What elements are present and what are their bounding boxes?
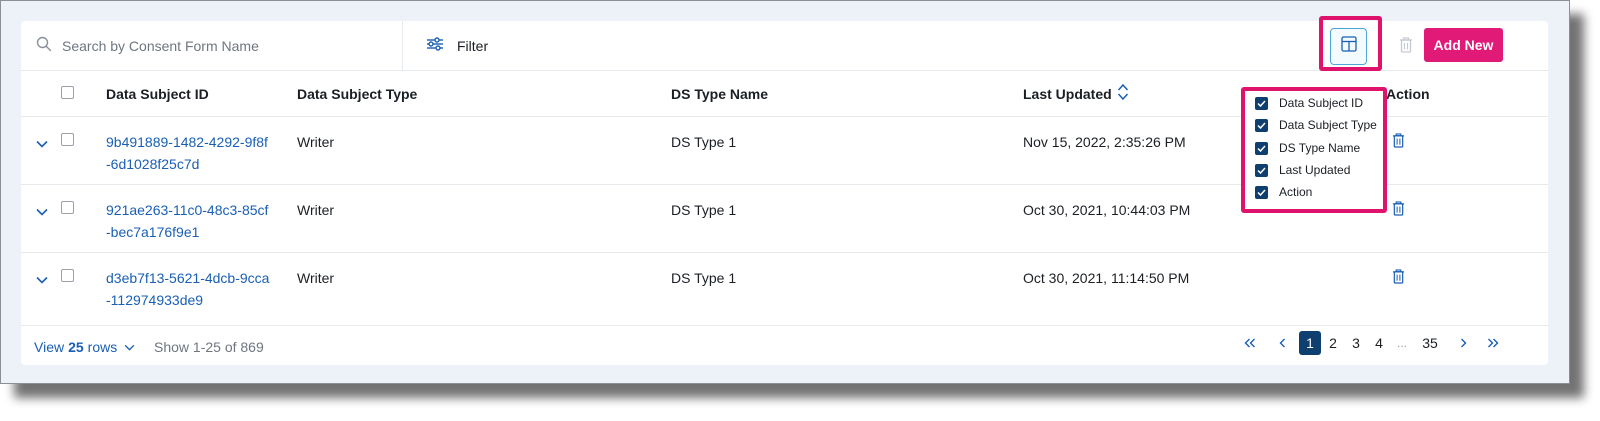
column-toggle-button[interactable]: [1330, 28, 1367, 65]
row-count-text: Show 1-25 of 869: [154, 339, 264, 355]
page-button[interactable]: 4: [1368, 331, 1390, 355]
column-option-last-updated[interactable]: Last Updated: [1255, 162, 1350, 178]
table-row: d3eb7f13-5621-4dcb-9cca-112974933de9 Wri…: [21, 253, 1548, 326]
chevron-down-icon: [124, 344, 135, 351]
page-ellipsis: ...: [1396, 336, 1407, 350]
row-checkbox[interactable]: [61, 269, 74, 282]
view-prefix: View: [34, 339, 65, 355]
prev-page-icon[interactable]: [1271, 331, 1293, 355]
column-option-label: DS Type Name: [1279, 141, 1361, 155]
search-input[interactable]: [62, 38, 382, 54]
filter-button[interactable]: Filter: [426, 21, 488, 71]
row-checkbox[interactable]: [61, 133, 74, 146]
column-option-label: Action: [1279, 185, 1313, 199]
toolbar: Filter Add New: [21, 16, 1548, 71]
columns-icon: [1340, 36, 1357, 57]
chevron-down-icon[interactable]: [36, 203, 48, 221]
column-option-label: Data Subject ID: [1279, 96, 1364, 110]
row-checkbox[interactable]: [61, 201, 74, 214]
data-subject-id-link[interactable]: 9b491889-1482-4292-9f8f-6d1028f25c7d: [106, 131, 271, 175]
sort-icon[interactable]: [1117, 83, 1129, 106]
app-window: Filter Add New Data Subject ID Data Subj…: [0, 0, 1570, 384]
checkbox-checked-icon: [1255, 163, 1268, 177]
column-visibility-menu: Data Subject ID Data Subject Type DS Typ…: [1241, 87, 1387, 213]
next-page-icon[interactable]: [1452, 331, 1474, 355]
column-option-action[interactable]: Action: [1255, 184, 1312, 200]
column-option-label: Last Updated: [1279, 163, 1351, 177]
sliders-icon: [426, 36, 444, 56]
view-suffix: rows: [87, 339, 118, 355]
search-box: [21, 21, 403, 71]
column-option-data-subject-id[interactable]: Data Subject ID: [1255, 95, 1363, 111]
trash-icon: [1399, 37, 1413, 57]
select-all-checkbox[interactable]: [61, 86, 74, 99]
rows-per-page-select[interactable]: View 25 rows: [34, 339, 135, 355]
page-button-current[interactable]: 1: [1299, 331, 1321, 355]
trash-icon[interactable]: [1392, 133, 1405, 153]
data-subject-type-cell: Writer: [297, 202, 335, 218]
column-header-ds-type-name: DS Type Name: [671, 86, 768, 102]
page-button-last[interactable]: 35: [1416, 331, 1444, 355]
trash-icon[interactable]: [1392, 201, 1405, 221]
ds-type-name-cell: DS Type 1: [671, 202, 737, 218]
last-updated-cell: Oct 30, 2021, 11:14:50 PM: [1023, 270, 1190, 286]
filter-label: Filter: [457, 38, 489, 54]
search-icon: [36, 36, 52, 57]
ds-type-name-cell: DS Type 1: [671, 134, 737, 150]
column-header-data-subject-type: Data Subject Type: [297, 86, 418, 102]
first-page-icon[interactable]: [1239, 331, 1261, 355]
data-subject-type-cell: Writer: [297, 270, 335, 286]
column-header-action: Action: [1386, 86, 1430, 102]
page-button[interactable]: 2: [1322, 331, 1344, 355]
last-updated-cell: Nov 15, 2022, 2:35:26 PM: [1023, 134, 1186, 150]
checkbox-checked-icon: [1255, 118, 1268, 132]
chevron-down-icon[interactable]: [36, 135, 48, 153]
column-option-label: Data Subject Type: [1279, 118, 1377, 132]
data-subjects-panel: Filter Add New Data Subject ID Data Subj…: [21, 16, 1548, 365]
table-footer: View 25 rows Show 1-25 of 869 1 2 3 4 ..…: [21, 326, 1548, 365]
rows-per-page-value: 25: [68, 339, 84, 355]
checkbox-checked-icon: [1255, 96, 1268, 110]
trash-icon[interactable]: [1392, 269, 1405, 289]
pagination: 1 2 3 4 ... 35: [1239, 331, 1504, 355]
checkbox-checked-icon: [1255, 141, 1268, 155]
last-page-icon[interactable]: [1482, 331, 1504, 355]
last-updated-cell: Oct 30, 2021, 10:44:03 PM: [1023, 202, 1191, 218]
ds-type-name-cell: DS Type 1: [671, 270, 737, 286]
add-new-button[interactable]: Add New: [1424, 28, 1503, 62]
column-option-ds-type-name[interactable]: DS Type Name: [1255, 140, 1360, 156]
bulk-delete-button[interactable]: [1399, 37, 1413, 58]
column-option-data-subject-type[interactable]: Data Subject Type: [1255, 117, 1377, 133]
chevron-down-icon[interactable]: [36, 271, 48, 289]
page-button[interactable]: 3: [1345, 331, 1367, 355]
data-subject-id-link[interactable]: 921ae263-11c0-48c3-85cf-bec7a176f9e1: [106, 199, 271, 243]
column-header-data-subject-id: Data Subject ID: [106, 86, 209, 102]
data-subject-type-cell: Writer: [297, 134, 335, 150]
data-subject-id-link[interactable]: d3eb7f13-5621-4dcb-9cca-112974933de9: [106, 267, 271, 311]
column-header-last-updated[interactable]: Last Updated: [1023, 86, 1112, 102]
checkbox-checked-icon: [1255, 185, 1268, 199]
